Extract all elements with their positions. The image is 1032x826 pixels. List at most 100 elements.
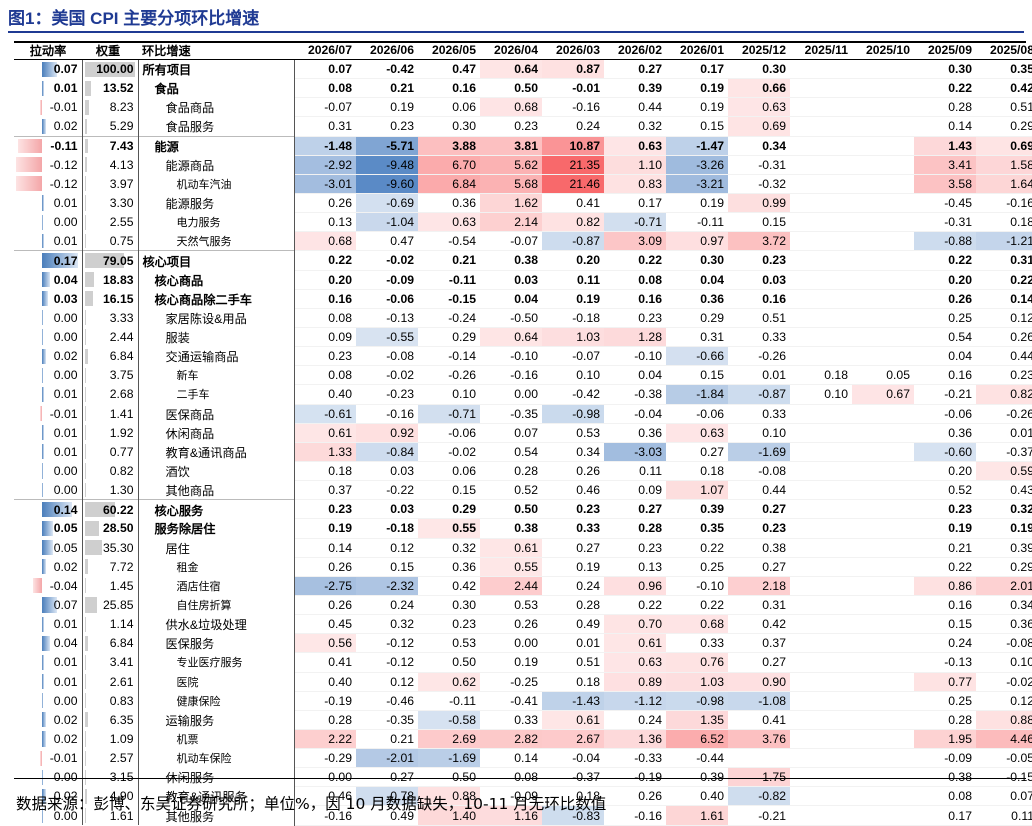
mom-value-cell: 0.55 xyxy=(418,519,480,538)
mom-value-cell: 0.51 xyxy=(728,308,790,327)
mom-value-cell: 0.21 xyxy=(356,79,418,98)
mom-value-cell: 0.07 xyxy=(480,423,542,442)
mom-value-cell xyxy=(852,749,914,768)
mom-value-cell xyxy=(790,289,852,308)
mom-value-cell: 0.03 xyxy=(356,461,418,480)
pull-rate-bar xyxy=(42,636,50,651)
mom-value-cell xyxy=(728,749,790,768)
mom-value-cell: 0.13 xyxy=(294,213,356,232)
mom-value-cell xyxy=(790,60,852,79)
pull-rate-value: 0.02 xyxy=(54,732,78,746)
table-row: 0.000.83健康保险-0.19-0.46-0.11-0.41-1.43-1.… xyxy=(14,691,1032,710)
mom-value-cell xyxy=(790,653,852,672)
mom-value-cell: 0.18 xyxy=(294,461,356,480)
mom-value-cell: -0.42 xyxy=(542,385,604,404)
pull-rate-value: -0.12 xyxy=(50,158,78,172)
mom-value-cell xyxy=(790,634,852,653)
item-name: 家居陈设&用品 xyxy=(138,308,294,327)
mom-value-cell: 0.33 xyxy=(728,404,790,423)
mom-value-cell: 0.07 xyxy=(294,60,356,79)
mom-value-cell: -0.06 xyxy=(666,404,728,423)
pull-rate-bar xyxy=(42,693,43,708)
mom-value-cell: 0.29 xyxy=(976,117,1032,136)
pull-rate-cell: 0.01 xyxy=(14,193,82,212)
figure-title: 图1：美国 CPI 主要分项环比增速 xyxy=(8,4,259,29)
mom-value-cell: -1.21 xyxy=(976,232,1032,251)
weight-bar xyxy=(85,406,86,421)
item-name: 专业医疗服务 xyxy=(138,653,294,672)
pull-rate-value: -0.01 xyxy=(50,100,78,114)
mom-value-cell: 0.19 xyxy=(666,79,728,98)
mom-value-cell xyxy=(852,615,914,634)
weight-value: 3.41 xyxy=(110,655,134,669)
pull-rate-value: 0.01 xyxy=(54,655,78,669)
mom-value-cell: 0.34 xyxy=(542,442,604,461)
mom-value-cell: -0.18 xyxy=(542,308,604,327)
mom-value-cell: -1.43 xyxy=(542,691,604,710)
weight-cell: 2.44 xyxy=(82,327,138,346)
mom-value-cell xyxy=(852,519,914,538)
item-name: 核心项目 xyxy=(138,251,294,270)
weight-cell: 28.50 xyxy=(82,519,138,538)
table-row: 0.025.29食品服务0.310.230.300.230.240.320.15… xyxy=(14,117,1032,136)
source-footnote: 数据来源：彭博、东吴证券研究所；单位%，因 10 月数据缺失，10-11 月无环… xyxy=(16,792,606,814)
mom-value-cell: 0.10 xyxy=(542,366,604,385)
weight-value: 5.29 xyxy=(110,119,134,133)
mom-value-cell: 0.53 xyxy=(480,595,542,614)
mom-value-cell: 0.36 xyxy=(418,557,480,576)
table-row: -0.011.41医保商品-0.61-0.16-0.71-0.35-0.98-0… xyxy=(14,404,1032,423)
mom-value-cell xyxy=(852,174,914,193)
mom-value-cell: 0.31 xyxy=(976,251,1032,270)
item-name: 核心商品除二手车 xyxy=(138,289,294,308)
mom-value-cell: 0.22 xyxy=(604,251,666,270)
mom-value-cell: -0.46 xyxy=(356,691,418,710)
mom-value-cell: -0.23 xyxy=(356,385,418,404)
table-header-row: 拉动率 权重 环比增速 2026/072026/062026/052026/04… xyxy=(14,41,1032,60)
pull-rate-value: -0.01 xyxy=(50,751,78,765)
pull-rate-value: 0.02 xyxy=(54,119,78,133)
mom-value-cell: 0.23 xyxy=(418,615,480,634)
mom-value-cell: 0.04 xyxy=(480,289,542,308)
mom-value-cell: 0.06 xyxy=(418,461,480,480)
mom-value-cell: 0.29 xyxy=(976,557,1032,576)
pull-rate-cell: 0.00 xyxy=(14,691,82,710)
pull-rate-cell: -0.01 xyxy=(14,749,82,768)
mom-value-cell: -3.26 xyxy=(666,155,728,174)
mom-value-cell xyxy=(852,729,914,748)
mom-value-cell xyxy=(790,404,852,423)
weight-value: 8.23 xyxy=(110,100,134,114)
weight-cell: 3.97 xyxy=(82,174,138,193)
mom-value-cell: 0.16 xyxy=(914,366,976,385)
pull-rate-value: 0.01 xyxy=(54,387,78,401)
mom-value-cell: 0.19 xyxy=(542,557,604,576)
header-month: 2025/08 xyxy=(976,41,1032,60)
mom-value-cell: -2.92 xyxy=(294,155,356,174)
mom-value-cell: 0.23 xyxy=(914,500,976,519)
table-row: 0.002.44服装0.09-0.550.290.641.031.280.310… xyxy=(14,327,1032,346)
mom-value-cell: 0.34 xyxy=(728,136,790,155)
weight-cell: 79.05 xyxy=(82,251,138,270)
mom-value-cell: -0.82 xyxy=(728,787,790,806)
mom-value-cell: 0.31 xyxy=(728,595,790,614)
mom-value-cell: 0.41 xyxy=(542,193,604,212)
mom-value-cell: -0.41 xyxy=(480,691,542,710)
item-name: 健康保险 xyxy=(138,691,294,710)
item-name: 教育&通讯商品 xyxy=(138,442,294,461)
weight-cell: 0.82 xyxy=(82,461,138,480)
item-name: 居住 xyxy=(138,538,294,557)
weight-bar xyxy=(85,559,89,574)
weight-bar xyxy=(85,578,86,593)
pull-rate-value: 0.04 xyxy=(54,636,78,650)
weight-cell: 7.43 xyxy=(82,136,138,155)
mom-value-cell: -0.42 xyxy=(356,60,418,79)
mom-value-cell: 0.22 xyxy=(604,595,666,614)
mom-value-cell: 0.44 xyxy=(728,481,790,500)
mom-value-cell: -0.11 xyxy=(418,691,480,710)
mom-value-cell: 0.24 xyxy=(542,576,604,595)
mom-value-cell xyxy=(852,538,914,557)
pull-rate-bar xyxy=(42,329,43,344)
mom-value-cell: 0.38 xyxy=(480,251,542,270)
item-name: 交通运输商品 xyxy=(138,347,294,366)
mom-value-cell: 0.47 xyxy=(356,232,418,251)
mom-value-cell: 0.20 xyxy=(294,270,356,289)
